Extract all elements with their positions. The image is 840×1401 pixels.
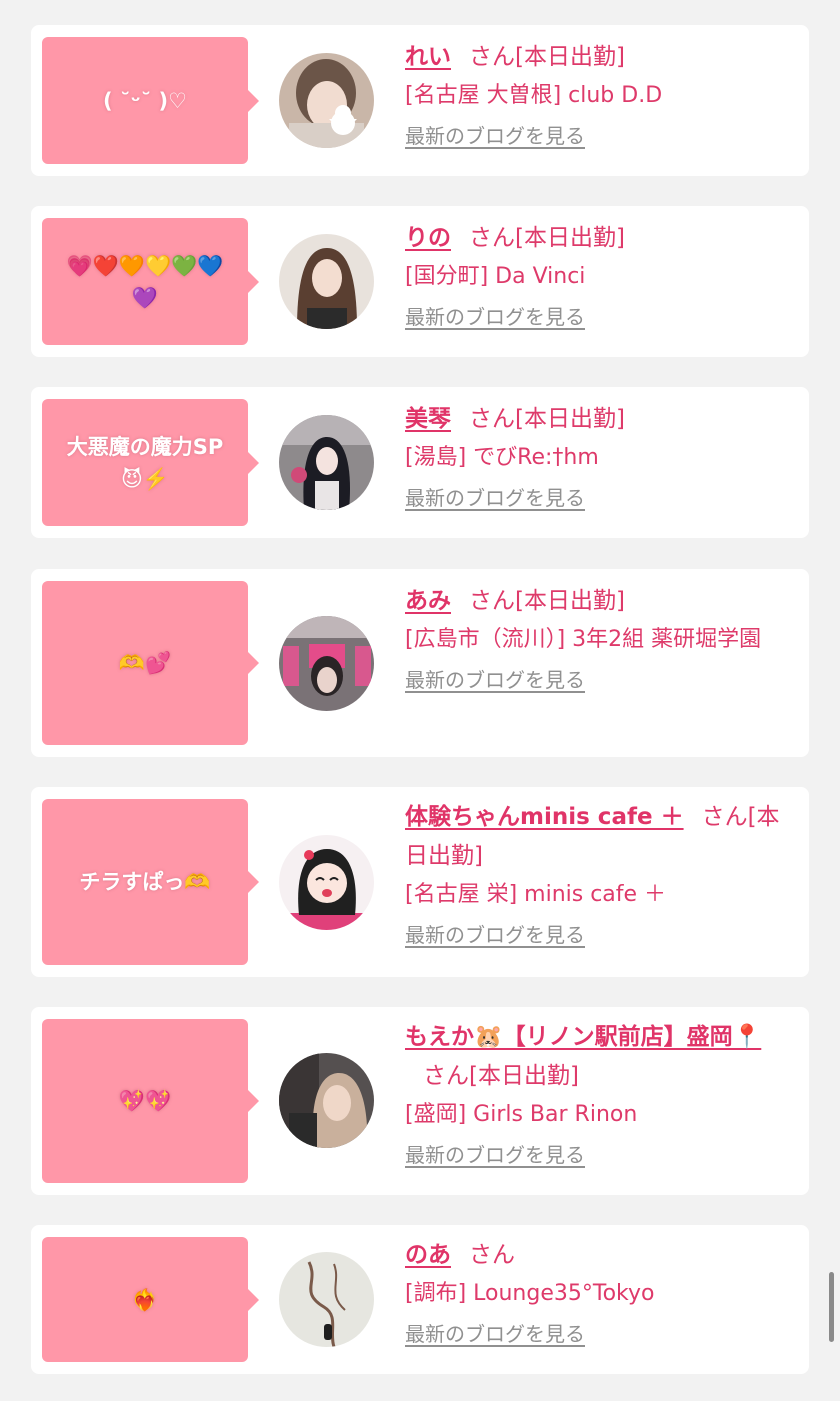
avatar[interactable] <box>279 835 374 930</box>
status-label: [本日出勤] <box>515 406 625 432</box>
name-line: あみ さん[本日出勤] <box>405 582 793 621</box>
message-bubble: チラすぱっ🫶 <box>42 799 259 965</box>
honorific: さん <box>469 1242 515 1268</box>
shop-name: [名古屋 大曽根] club D.D <box>405 83 663 108</box>
blogger-card: ( ˘ᵕ˘ )♡ れい さん[本日出勤] [名古屋 大曽根] club D.D 最… <box>31 25 809 176</box>
blogger-card: 大悪魔の魔力SP 😈⚡️ 美琴 さん[本日出勤] [湯島] でびRe:†hm 最新… <box>31 387 809 538</box>
blogger-list: ( ˘ᵕ˘ )♡ れい さん[本日出勤] [名古屋 大曽根] club D.D 最… <box>0 0 840 1401</box>
honorific: さん <box>469 225 515 251</box>
honorific: さん <box>469 44 515 70</box>
status-label: [本日出勤] <box>515 44 625 70</box>
honorific: さん <box>701 804 748 830</box>
avatar[interactable] <box>279 53 374 148</box>
bubble-text: 💜 <box>131 285 159 310</box>
shop-name: [国分町] Da Vinci <box>405 264 586 289</box>
blogger-name-link[interactable]: のあ <box>405 1242 451 1268</box>
avatar[interactable] <box>279 1252 374 1347</box>
shop-name: [名古屋 栄] minis cafe ＋ <box>405 882 667 907</box>
latest-blog-link[interactable]: 最新のブログを見る <box>405 1320 585 1348</box>
honorific: さん <box>469 406 515 432</box>
blogger-card: 💗❤️🧡💛💚💙 💜 りの さん[本日出勤] [国分町] Da Vinci 最新のブ… <box>31 206 809 357</box>
blogger-name-link[interactable]: もえか🐹【リノン駅前店】盛岡📍 <box>405 1024 761 1050</box>
message-bubble: 🫶💕 <box>42 581 259 745</box>
blogger-name-link[interactable]: 体験ちゃんminis cafe ＋ <box>405 804 684 830</box>
bubble-text: 大悪魔の魔力SP <box>66 434 224 459</box>
name-line: れい さん[本日出勤] <box>405 38 793 77</box>
blogger-name-link[interactable]: あみ <box>405 588 451 614</box>
latest-blog-link[interactable]: 最新のブログを見る <box>405 666 585 694</box>
name-line: 体験ちゃんminis cafe ＋さん[本日出勤] <box>405 798 793 876</box>
bubble-text: ❤️‍🔥 <box>131 1287 159 1312</box>
latest-blog-link[interactable]: 最新のブログを見る <box>405 484 585 512</box>
blogger-info: 美琴 さん[本日出勤] [湯島] でびRe:†hm 最新のブログを見る <box>405 400 793 512</box>
honorific: さん <box>469 588 515 614</box>
bubble-text: 😈⚡️ <box>120 466 170 491</box>
bubble-text: 💖💖 <box>118 1089 172 1113</box>
blogger-card: 🫶💕 あみ さん[本日出勤] [広島市（流川）] 3年2組 薬研堀学園 最新のブロ… <box>31 569 809 757</box>
avatar[interactable] <box>279 415 374 510</box>
status-label: [本日出勤] <box>515 225 625 251</box>
latest-blog-link[interactable]: 最新のブログを見る <box>405 122 585 150</box>
message-bubble: ( ˘ᵕ˘ )♡ <box>42 37 259 164</box>
blogger-info: れい さん[本日出勤] [名古屋 大曽根] club D.D 最新のブログを見る <box>405 38 793 150</box>
blogger-info: のあ さん [調布] Lounge35°Tokyo 最新のブログを見る <box>405 1236 793 1348</box>
blogger-card: ❤️‍🔥 のあ さん [調布] Lounge35°Tokyo 最新のブログを見る <box>31 1225 809 1374</box>
name-line: りの さん[本日出勤] <box>405 219 793 258</box>
status-label: [本日出勤] <box>515 588 625 614</box>
shop-name: [盛岡] Girls Bar Rinon <box>405 1102 638 1127</box>
blogger-name-link[interactable]: れい <box>405 44 451 70</box>
name-line: もえか🐹【リノン駅前店】盛岡📍 さん[本日出勤] <box>405 1018 793 1096</box>
latest-blog-link[interactable]: 最新のブログを見る <box>405 921 585 949</box>
shop-name: [広島市（流川）] 3年2組 薬研堀学園 <box>405 627 762 652</box>
blogger-info: もえか🐹【リノン駅前店】盛岡📍 さん[本日出勤] [盛岡] Girls Bar R… <box>405 1018 793 1169</box>
bubble-text: ( ˘ᵕ˘ )♡ <box>103 88 187 113</box>
bubble-text: 🫶💕 <box>118 651 172 675</box>
blogger-info: 体験ちゃんminis cafe ＋さん[本日出勤] [名古屋 栄] minis … <box>405 798 793 949</box>
shop-name: [調布] Lounge35°Tokyo <box>405 1281 655 1306</box>
blogger-card: チラすぱっ🫶 体験ちゃんminis cafe ＋さん[本日出勤] [名古屋 栄]… <box>31 787 809 977</box>
status-label: [本日出勤] <box>469 1063 579 1089</box>
name-line: のあ さん <box>405 1236 793 1275</box>
blogger-name-link[interactable]: りの <box>405 225 451 251</box>
avatar[interactable] <box>279 616 374 711</box>
message-bubble: 💗❤️🧡💛💚💙 💜 <box>42 218 259 345</box>
shop-name: [湯島] でびRe:†hm <box>405 445 599 470</box>
latest-blog-link[interactable]: 最新のブログを見る <box>405 1141 585 1169</box>
name-line: 美琴 さん[本日出勤] <box>405 400 793 439</box>
blogger-info: あみ さん[本日出勤] [広島市（流川）] 3年2組 薬研堀学園 最新のブログを見… <box>405 582 793 694</box>
scrollbar[interactable] <box>829 1272 834 1342</box>
honorific: さん <box>423 1063 469 1089</box>
message-bubble: ❤️‍🔥 <box>42 1237 259 1362</box>
avatar[interactable] <box>279 234 374 329</box>
bubble-text: 💗❤️🧡💛💚💙 <box>66 253 224 278</box>
latest-blog-link[interactable]: 最新のブログを見る <box>405 303 585 331</box>
avatar[interactable] <box>279 1053 374 1148</box>
blogger-card: 💖💖 もえか🐹【リノン駅前店】盛岡📍 さん[本日出勤] [盛岡] Girls Ba… <box>31 1007 809 1195</box>
message-bubble: 大悪魔の魔力SP 😈⚡️ <box>42 399 259 526</box>
blogger-name-link[interactable]: 美琴 <box>405 406 451 432</box>
message-bubble: 💖💖 <box>42 1019 259 1183</box>
bubble-text: チラすぱっ🫶 <box>79 870 211 894</box>
blogger-info: りの さん[本日出勤] [国分町] Da Vinci 最新のブログを見る <box>405 219 793 331</box>
